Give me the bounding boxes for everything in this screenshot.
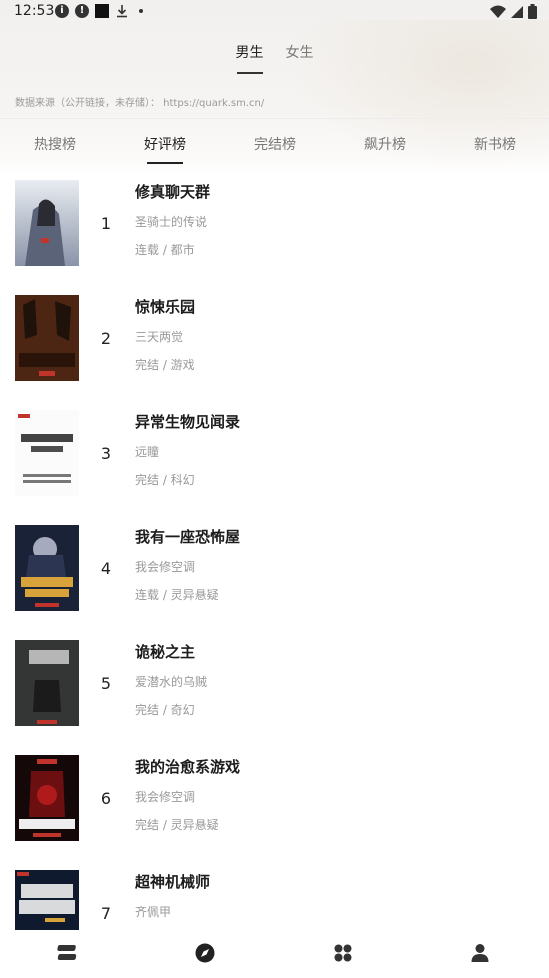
book-author: 三天两觉 bbox=[135, 330, 184, 344]
tab-female[interactable]: 女生 bbox=[286, 42, 314, 74]
header-divider bbox=[0, 118, 549, 119]
discover-compass-icon[interactable] bbox=[192, 940, 218, 966]
status-bar: 12:53 i ! bbox=[0, 0, 549, 24]
more-notifications-dot-icon bbox=[139, 9, 143, 13]
book-author: 齐佩甲 bbox=[135, 905, 172, 919]
book-status-genre: 完结 / 奇幻 bbox=[135, 703, 195, 717]
ranking-tabs: 热搜榜 好评榜 完结榜 飙升榜 新书榜 bbox=[0, 134, 549, 168]
tab-top-rated[interactable]: 好评榜 bbox=[110, 134, 220, 154]
book-author: 远瞳 bbox=[135, 445, 160, 459]
book-cover[interactable] bbox=[15, 410, 79, 496]
tab-male[interactable]: 男生 bbox=[236, 42, 264, 74]
book-status-genre: 连载 / 灵异悬疑 bbox=[135, 588, 219, 602]
status-time: 12:53 bbox=[14, 3, 55, 19]
gender-tabs: 男生 女生 bbox=[0, 42, 549, 74]
book-status-genre: 完结 / 科幻 bbox=[135, 473, 195, 487]
book-status-genre: 完结 / 游戏 bbox=[135, 358, 195, 372]
book-cover[interactable] bbox=[15, 295, 79, 381]
book-title[interactable]: 修真聊天群 bbox=[135, 181, 210, 202]
tab-new-books[interactable]: 新书榜 bbox=[440, 134, 549, 154]
book-cover[interactable] bbox=[15, 180, 79, 266]
book-author: 我会修空调 bbox=[135, 560, 196, 574]
book-author: 我会修空调 bbox=[135, 790, 196, 804]
tab-completed[interactable]: 完结榜 bbox=[220, 134, 330, 154]
book-cover[interactable] bbox=[15, 640, 79, 726]
bottom-navigation bbox=[0, 930, 549, 976]
book-cover[interactable] bbox=[15, 525, 79, 611]
book-list-item[interactable]: 6 我的治愈系游戏 我会修空调 完结 / 灵异悬疑 bbox=[0, 753, 549, 863]
rank-number: 6 bbox=[100, 789, 112, 808]
active-tab-indicator bbox=[147, 162, 183, 164]
book-title[interactable]: 诡秘之主 bbox=[135, 641, 195, 662]
rank-number: 7 bbox=[100, 904, 112, 923]
rank-number: 5 bbox=[100, 674, 112, 693]
book-author: 爱潜水的乌贼 bbox=[135, 675, 208, 689]
rank-number: 1 bbox=[100, 214, 112, 233]
book-title[interactable]: 我有一座恐怖屋 bbox=[135, 526, 240, 547]
download-icon bbox=[117, 5, 127, 18]
wifi-icon bbox=[490, 5, 506, 18]
book-title[interactable]: 异常生物见闻录 bbox=[135, 411, 240, 432]
rank-number: 3 bbox=[100, 444, 112, 463]
data-source-note: 数据来源（公开链接，未存储）： https://quark.sm.cn/ bbox=[15, 98, 265, 109]
bookshelf-icon[interactable] bbox=[55, 940, 81, 966]
book-status-genre: 连载 / 都市 bbox=[135, 243, 195, 257]
book-list-item[interactable]: 4 我有一座恐怖屋 我会修空调 连载 / 灵异悬疑 bbox=[0, 523, 549, 633]
info-icon: i bbox=[55, 4, 69, 18]
tab-rising[interactable]: 飙升榜 bbox=[330, 134, 440, 154]
rank-number: 4 bbox=[100, 559, 112, 578]
book-title[interactable]: 超神机械师 bbox=[135, 871, 210, 892]
category-grid-icon[interactable] bbox=[330, 940, 356, 966]
book-status-genre: 完结 / 灵异悬疑 bbox=[135, 818, 219, 832]
book-list-item[interactable]: 1 修真聊天群 圣骑士的传说 连载 / 都市 bbox=[0, 178, 549, 288]
battery-icon bbox=[528, 4, 537, 19]
status-system-icons bbox=[490, 4, 537, 19]
book-title[interactable]: 我的治愈系游戏 bbox=[135, 756, 240, 777]
rank-number: 2 bbox=[100, 329, 112, 348]
book-title[interactable]: 惊悚乐园 bbox=[135, 296, 195, 317]
book-list-item[interactable]: 2 惊悚乐园 三天两觉 完结 / 游戏 bbox=[0, 293, 549, 403]
status-notification-icons: i ! bbox=[55, 4, 143, 18]
signal-icon bbox=[511, 5, 523, 18]
tab-hot-search[interactable]: 热搜榜 bbox=[0, 134, 110, 154]
book-cover[interactable] bbox=[15, 755, 79, 841]
app-notification-icon bbox=[95, 4, 109, 18]
book-list-item[interactable]: 5 诡秘之主 爱潜水的乌贼 完结 / 奇幻 bbox=[0, 638, 549, 748]
book-author: 圣骑士的传说 bbox=[135, 215, 208, 229]
alert-icon: ! bbox=[75, 4, 89, 18]
book-list-item[interactable]: 3 异常生物见闻录 远瞳 完结 / 科幻 bbox=[0, 408, 549, 518]
profile-icon[interactable] bbox=[467, 940, 493, 966]
